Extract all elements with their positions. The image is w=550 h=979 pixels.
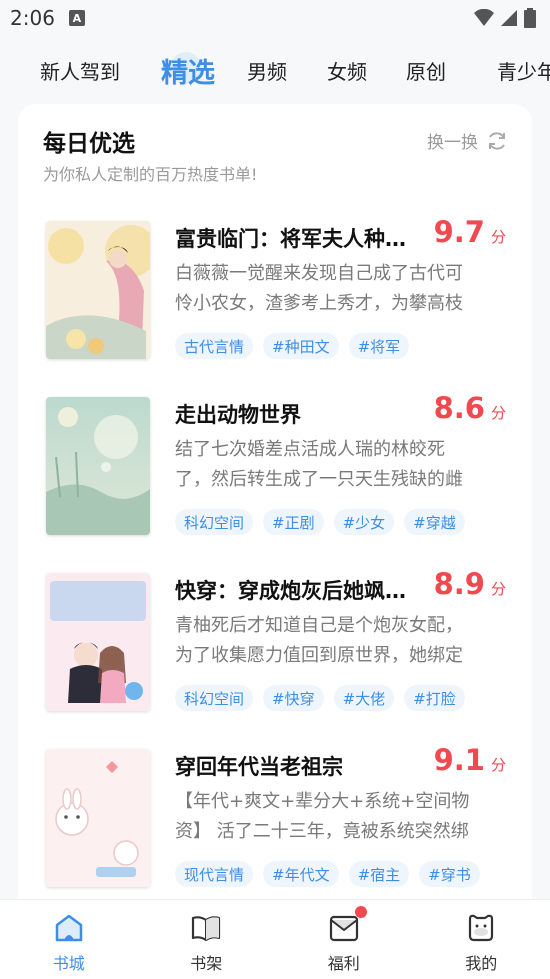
- nav-bookshelf[interactable]: 书架: [138, 900, 276, 979]
- signal-icon: [501, 10, 517, 26]
- category-tabs: 新人驾到 精选 男频 女频 原创 青少年: [0, 44, 550, 96]
- nav-welfare[interactable]: 福利: [275, 900, 413, 979]
- score-value: 9.7: [433, 215, 485, 249]
- book-score: 8.6 分: [434, 391, 506, 425]
- daily-picks-card: 每日优选 为你私人定制的百万热度书单! 换一换 富贵临门：将军夫人种田忙 9.7…: [18, 104, 532, 924]
- book-score: 8.9 分: [434, 567, 506, 601]
- notification-badge: [355, 906, 367, 918]
- tab-male[interactable]: 男频: [247, 44, 287, 96]
- status-bar: 2:06 A: [0, 0, 550, 36]
- book-title[interactable]: 走出动物世界: [175, 399, 425, 429]
- book-tags: 科幻空间 #正剧 #少女 #穿越: [175, 509, 465, 535]
- refresh-icon: [489, 131, 505, 150]
- book-tag[interactable]: #宿主: [348, 861, 410, 887]
- nav-label: 我的: [465, 954, 498, 973]
- book-item[interactable]: 走出动物世界 8.6 分 结了七次婚差点活成人瑞的林皎死 了，然后转生成了一只天…: [18, 391, 532, 547]
- book-description: 白薇薇一觉醒来发现自己成了古代可 怜小农女，渣爹考上秀才，为攀高枝: [175, 259, 505, 319]
- book-tags: 古代言情 #种田文 #将军: [175, 333, 410, 359]
- book-tag[interactable]: 古代言情: [175, 333, 254, 359]
- score-unit: 分: [490, 580, 506, 598]
- section-subtitle: 为你私人定制的百万热度书单!: [43, 165, 258, 184]
- book-tag[interactable]: #大佬: [333, 685, 395, 711]
- bookstore-icon: [53, 912, 85, 944]
- section-title: 每日优选: [43, 131, 135, 157]
- book-tags: 现代言情 #年代文 #宿主 #穿书: [175, 861, 480, 887]
- score-value: 9.1: [433, 743, 485, 777]
- book-tag[interactable]: #年代文: [263, 861, 339, 887]
- book-tag[interactable]: #种田文: [263, 333, 339, 359]
- book-description: 青柚死后才知道自己是个炮灰女配， 为了收集愿力值回到原世界，她绑定: [175, 611, 505, 671]
- status-time: 2:06: [10, 6, 55, 30]
- book-cover[interactable]: [46, 221, 150, 359]
- book-tag[interactable]: 科幻空间: [175, 509, 254, 535]
- book-tag[interactable]: #打脸: [404, 685, 465, 711]
- book-item[interactable]: 快穿：穿成炮灰后她飒爆了 8.9 分 青柚死后才知道自己是个炮灰女配， 为了收集…: [18, 567, 532, 723]
- book-tag[interactable]: 科幻空间: [175, 685, 254, 711]
- score-unit: 分: [490, 228, 506, 246]
- nav-profile[interactable]: 我的: [413, 900, 550, 979]
- book-tag[interactable]: #穿越: [404, 509, 465, 535]
- tab-newcomer[interactable]: 新人驾到: [40, 44, 120, 96]
- book-tags: 科幻空间 #快穿 #大佬 #打脸: [175, 685, 465, 711]
- description-line: 白薇薇一觉醒来发现自己成了古代可: [175, 263, 463, 284]
- description-line: 【年代+爽文+辈分大+系统+空间物: [175, 791, 470, 812]
- description-line: 怜小农女，渣爹考上秀才，为攀高枝: [175, 293, 463, 314]
- book-tag[interactable]: 现代言情: [175, 861, 254, 887]
- notification-icon: A: [68, 10, 85, 26]
- book-cover[interactable]: [46, 397, 150, 535]
- profile-icon: [465, 912, 497, 944]
- tab-youth[interactable]: 青少年: [497, 44, 550, 96]
- book-tag[interactable]: #穿书: [419, 861, 480, 887]
- book-tag[interactable]: #将军: [348, 333, 410, 359]
- bookshelf-icon: [190, 912, 222, 944]
- book-title[interactable]: 快穿：穿成炮灰后她飒爆了: [175, 575, 425, 605]
- score-value: 8.6: [433, 391, 485, 425]
- refresh-button[interactable]: 换一换: [427, 128, 508, 153]
- score-unit: 分: [490, 404, 506, 422]
- description-line: 结了七次婚差点活成人瑞的林皎死: [175, 439, 445, 460]
- score-value: 8.9: [433, 567, 485, 601]
- tab-female[interactable]: 女频: [327, 44, 367, 96]
- description-line: 青柚死后才知道自己是个炮灰女配，: [175, 615, 463, 636]
- book-description: 结了七次婚差点活成人瑞的林皎死 了，然后转生成了一只天生残缺的雌: [175, 435, 505, 495]
- score-unit: 分: [490, 756, 506, 774]
- tab-featured[interactable]: 精选: [161, 44, 215, 96]
- book-score: 9.1 分: [434, 743, 506, 777]
- book-tag[interactable]: #少女: [333, 509, 395, 535]
- book-tag[interactable]: #快穿: [263, 685, 324, 711]
- nav-bookstore[interactable]: 书城: [0, 900, 138, 979]
- tab-original[interactable]: 原创: [406, 44, 446, 96]
- description-line: 了，然后转生成了一只天生残缺的雌: [175, 469, 463, 490]
- book-item[interactable]: 富贵临门：将军夫人种田忙 9.7 分 白薇薇一觉醒来发现自己成了古代可 怜小农女…: [18, 215, 532, 371]
- nav-label: 书城: [52, 954, 85, 973]
- book-tag[interactable]: #正剧: [263, 509, 324, 535]
- book-title[interactable]: 穿回年代当老祖宗: [175, 751, 425, 781]
- refresh-label: 换一换: [427, 133, 478, 153]
- book-score: 9.7 分: [434, 215, 506, 249]
- nav-label: 书架: [190, 954, 223, 973]
- book-title[interactable]: 富贵临门：将军夫人种田忙: [175, 223, 425, 253]
- book-cover[interactable]: [46, 749, 150, 887]
- description-line: 资】 活了二十三年，竟被系统突然绑: [175, 821, 469, 842]
- book-cover[interactable]: [46, 573, 150, 711]
- battery-icon: [524, 8, 536, 28]
- description-line: 为了收集愿力值回到原世界，她绑定: [175, 645, 463, 666]
- book-item[interactable]: 穿回年代当老祖宗 9.1 分 【年代+爽文+辈分大+系统+空间物 资】 活了二十…: [18, 743, 532, 899]
- wifi-icon: [474, 9, 494, 26]
- welfare-icon: [328, 912, 360, 944]
- nav-label: 福利: [327, 954, 360, 973]
- book-description: 【年代+爽文+辈分大+系统+空间物 资】 活了二十三年，竟被系统突然绑: [175, 787, 505, 847]
- bottom-navigation: 书城 书架 福利 我的: [0, 899, 550, 979]
